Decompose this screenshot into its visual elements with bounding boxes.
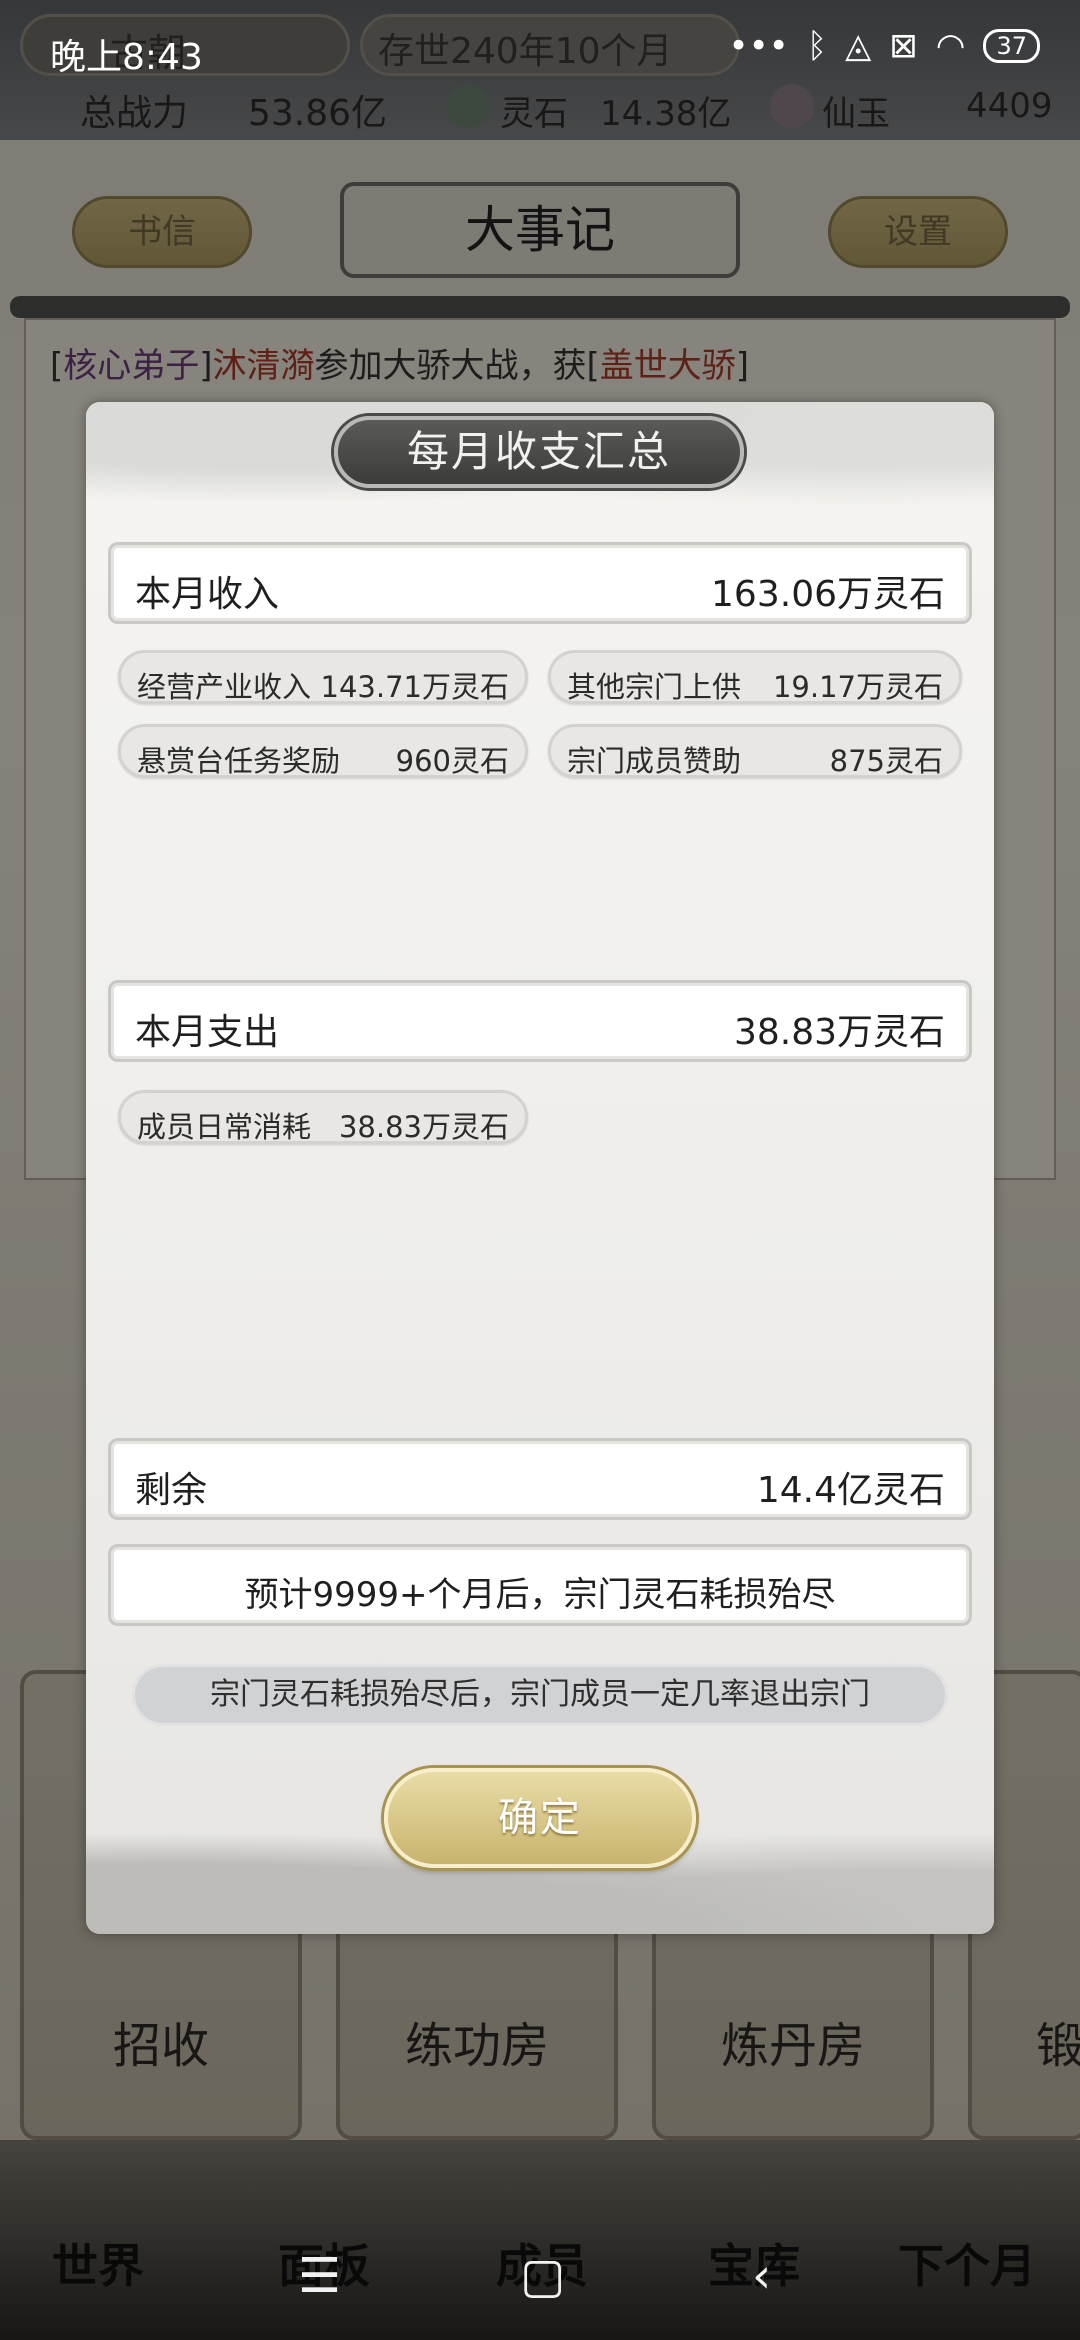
home-icon[interactable]: ▢	[520, 2248, 565, 2304]
income-item-label: 其他宗门上供	[567, 670, 742, 704]
income-item-label: 悬赏台任务奖励	[137, 744, 341, 778]
income-item: 悬赏台任务奖励 960灵石	[118, 724, 528, 778]
expense-label: 本月支出	[135, 1012, 280, 1053]
mute-icon: ◬	[845, 26, 872, 66]
status-bar: 晚上8:43 ••• ᛒ ◬ ⊠ ◠ 37	[0, 0, 1080, 96]
monthly-summary-dialog: 每月收支汇总 本月收入 163.06万灵石 经营产业收入 143.71万灵石 其他…	[86, 402, 994, 1934]
forecast-text: 预计9999+个月后，宗门灵石耗损殆尽	[244, 1575, 836, 1615]
depletion-forecast: 预计9999+个月后，宗门灵石耗损殆尽	[108, 1544, 972, 1626]
income-item: 其他宗门上供 19.17万灵石	[548, 650, 962, 704]
back-icon[interactable]: ‹	[752, 2248, 771, 2304]
income-item-value: 960灵石	[395, 744, 509, 778]
dialog-title: 每月收支汇总	[334, 416, 744, 488]
income-value: 163.06万灵石	[711, 574, 945, 615]
remaining-summary: 剩余 14.4亿灵石	[108, 1438, 972, 1520]
income-summary: 本月收入 163.06万灵石	[108, 542, 972, 624]
remaining-label: 剩余	[135, 1470, 208, 1511]
expense-value: 38.83万灵石	[733, 1012, 945, 1053]
confirm-button[interactable]: 确定	[384, 1768, 696, 1868]
expense-summary: 本月支出 38.83万灵石	[108, 980, 972, 1062]
expense-item-value: 38.83万灵石	[338, 1110, 509, 1144]
more-icon: •••	[728, 26, 789, 66]
status-icons: ••• ᛒ ◬ ⊠ ◠ 37	[729, 26, 1040, 66]
depletion-warning: 宗门灵石耗损殆尽后，宗门成员一定几率退出宗门	[132, 1664, 948, 1726]
remaining-value: 14.4亿灵石	[756, 1470, 945, 1511]
income-label: 本月收入	[135, 574, 280, 615]
sim-icon: ⊠	[889, 26, 918, 66]
expense-item-label: 成员日常消耗	[137, 1110, 312, 1144]
income-item-value: 143.71万灵石	[320, 670, 509, 704]
menu-icon[interactable]: ☰	[298, 2248, 341, 2304]
income-item: 宗门成员赞助 875灵石	[548, 724, 962, 778]
expense-item: 成员日常消耗 38.83万灵石	[118, 1090, 528, 1144]
bluetooth-icon: ᛒ	[806, 26, 828, 66]
battery-icon: 37	[983, 29, 1040, 63]
income-item-value: 19.17万灵石	[772, 670, 943, 704]
income-item: 经营产业收入 143.71万灵石	[118, 650, 528, 704]
income-item-label: 经营产业收入	[137, 670, 312, 704]
status-time: 晚上8:43	[50, 37, 203, 78]
income-item-value: 875灵石	[829, 744, 943, 778]
income-item-label: 宗门成员赞助	[567, 744, 742, 778]
wifi-icon: ◠	[935, 26, 966, 66]
